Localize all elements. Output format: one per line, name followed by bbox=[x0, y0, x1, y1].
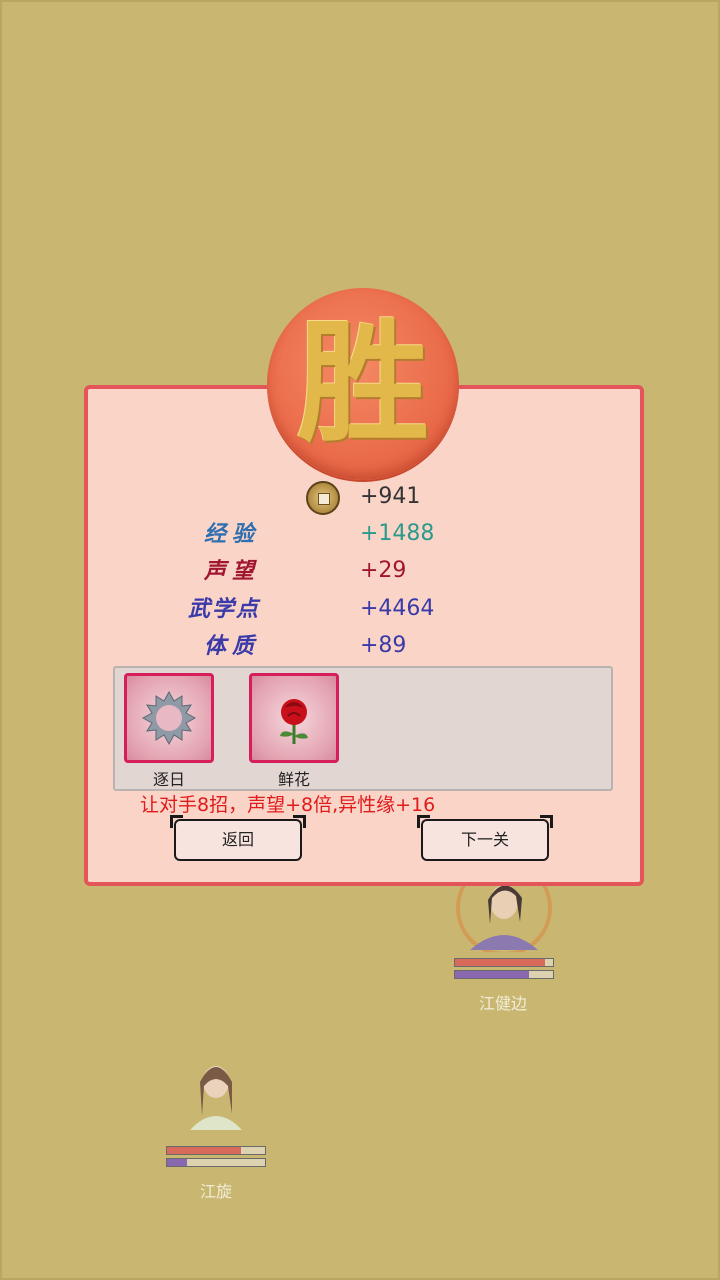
player-mp-bar bbox=[166, 1158, 266, 1167]
opponent-hp-fill bbox=[455, 959, 546, 966]
saw-blade-icon bbox=[141, 690, 197, 746]
rose-icon bbox=[280, 699, 308, 744]
martial-points-label: 武学点 bbox=[187, 596, 260, 622]
physique-label: 体质 bbox=[203, 633, 260, 659]
martial-points-value: +4464 bbox=[360, 596, 435, 621]
physique-value: +89 bbox=[360, 633, 407, 658]
opponent-mp-fill bbox=[455, 971, 530, 978]
opponent-name: 江健边 bbox=[478, 994, 527, 1013]
reward-row-physique: 体质 +89 bbox=[84, 629, 636, 663]
player-portrait bbox=[190, 1066, 242, 1130]
reward-row-exp: 经验 +1488 bbox=[84, 517, 636, 551]
coin-value: +941 bbox=[360, 484, 421, 509]
bonus-text: 让对手8招，声望+8倍,异性缘+16 bbox=[140, 794, 436, 816]
item-slot-flower[interactable] bbox=[249, 673, 339, 763]
opponent-mp-bar bbox=[454, 970, 554, 979]
opponent-hp-bar bbox=[454, 958, 554, 967]
coin-icon bbox=[306, 481, 340, 515]
back-button[interactable]: 返回 bbox=[170, 815, 306, 861]
exp-value: +1488 bbox=[360, 521, 435, 546]
exp-label: 经验 bbox=[203, 521, 260, 547]
player-name: 江旋 bbox=[199, 1182, 232, 1201]
next-level-button[interactable]: 下一关 bbox=[417, 815, 553, 861]
fame-label: 声望 bbox=[203, 558, 260, 584]
item-drop-panel: 逐日 鲜花 bbox=[113, 666, 613, 791]
reward-row-fame: 声望 +29 bbox=[84, 554, 636, 588]
player-hp-fill bbox=[167, 1147, 242, 1154]
reward-row-coins: +941 bbox=[84, 480, 636, 515]
player-hp-bar bbox=[166, 1146, 266, 1155]
reward-row-martial: 武学点 +4464 bbox=[84, 592, 636, 626]
victory-seal-char: 胜 bbox=[297, 306, 429, 461]
item-slot-zhuri[interactable] bbox=[124, 673, 214, 763]
item-name-zhuri: 逐日 bbox=[152, 770, 185, 789]
player-mp-fill bbox=[167, 1159, 187, 1166]
fame-value: +29 bbox=[360, 558, 407, 583]
item-name-flower: 鲜花 bbox=[277, 770, 310, 789]
victory-seal-icon: 胜 bbox=[267, 288, 459, 480]
